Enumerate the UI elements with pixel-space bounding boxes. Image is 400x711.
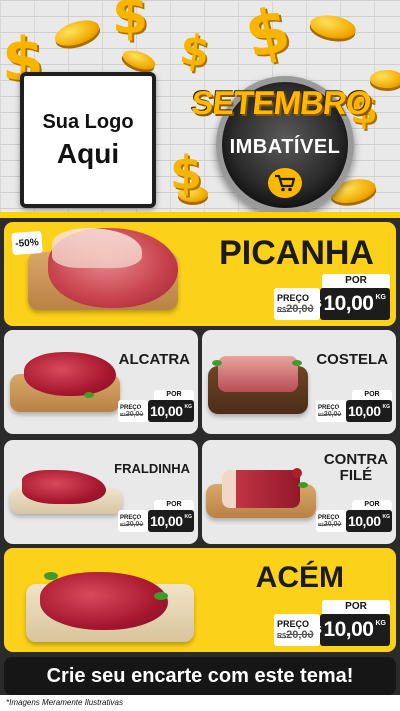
price-block: POR PREÇO R$20,00 R$ 10,00 KG	[118, 500, 194, 532]
product-name: CONTRA FILÉ	[324, 452, 388, 484]
product-name: ACÉM	[255, 561, 344, 594]
promo-title: SETEMBRO	[189, 84, 373, 121]
logo-text-line2: Aqui	[56, 137, 120, 169]
shopping-cart-icon	[268, 168, 302, 198]
price-value: 10,00	[149, 513, 183, 529]
new-price-box: R$ 10,00 KG	[337, 510, 392, 532]
new-price-box: R$ 10,00 KG	[139, 400, 194, 422]
dollar-sign-icon: $	[170, 146, 203, 200]
currency: R$	[139, 517, 148, 525]
por-label: POR	[154, 500, 194, 510]
price-value: 10,00	[347, 513, 381, 529]
product-name-line1: CONTRA	[323, 451, 388, 468]
disclaimer-text: *Imagens Meramente Ilustrativas	[6, 698, 123, 707]
dollar-sign-icon: $	[176, 24, 213, 77]
price-block: POR PREÇO R$20,00 R$ 10,00 KG	[316, 390, 392, 422]
price-block: POR PREÇO R$20,00 R$ 10,00 KG	[274, 600, 390, 646]
price-value: 10,00	[323, 618, 374, 641]
fraldinha-image	[22, 470, 106, 504]
currency: R$	[139, 407, 148, 415]
por-label: POR	[352, 500, 392, 510]
price-block: POR PREÇO R$20,00 R$ 10,00 KG	[316, 500, 392, 532]
unit-label: KG	[375, 620, 387, 627]
unit-label: KG	[375, 294, 387, 301]
currency: R$	[337, 517, 346, 525]
tomato-icon	[292, 468, 302, 478]
unit-label: KG	[184, 514, 193, 520]
contra-file-image	[222, 470, 300, 508]
costela-image	[218, 356, 298, 392]
product-card-fraldinha[interactable]: FRALDINHA POR PREÇO R$20,00 R$ 10,00 KG	[4, 440, 198, 544]
price-block: POR PREÇO R$20,00 R$ 10,00 KG	[274, 274, 390, 320]
create-flyer-button[interactable]: Crie seu encarte com este tema!	[4, 657, 396, 695]
logo-text-line1: Sua Logo	[42, 110, 134, 133]
por-label: POR	[322, 274, 390, 288]
product-card-costela[interactable]: COSTELA POR PREÇO R$20,00 R$ 10,00 KG	[202, 330, 396, 434]
new-price-box: R$ 10,00 KG	[139, 510, 194, 532]
herb-garnish	[212, 360, 222, 366]
new-price-box: R$ 10,00 KG	[307, 614, 390, 646]
price-value: 10,00	[323, 292, 374, 315]
product-name: PICANHA	[219, 234, 374, 272]
price-block: POR PREÇO R$20,00 R$ 10,00 KG	[118, 390, 194, 422]
por-label: POR	[322, 600, 390, 614]
herb-garnish	[154, 592, 168, 600]
dollar-sign-icon: $	[238, 0, 297, 73]
product-name: FRALDINHA	[114, 461, 190, 476]
unit-label: KG	[382, 514, 391, 520]
unit-label: KG	[184, 404, 193, 410]
promo-subtitle: IMBATÍVEL	[229, 136, 341, 158]
price-value: 10,00	[149, 403, 183, 419]
price-value: 10,00	[347, 403, 381, 419]
product-name: COSTELA	[316, 351, 388, 368]
herb-garnish	[44, 572, 58, 580]
alcatra-image	[24, 352, 116, 396]
por-label: POR	[352, 390, 392, 400]
product-card-contra-file[interactable]: CONTRA FILÉ POR PREÇO R$20,00 R$ 10,00 K…	[202, 440, 396, 544]
coin-icon	[51, 15, 103, 51]
coin-icon	[120, 46, 158, 74]
herb-garnish	[292, 360, 302, 366]
currency: R$	[337, 407, 346, 415]
dollar-sign-icon: $	[112, 0, 149, 46]
unit-label: KG	[382, 404, 391, 410]
acem-image	[40, 572, 168, 630]
logo-placeholder: Sua Logo Aqui	[20, 72, 156, 208]
product-card-picanha[interactable]: -50% PICANHA POR PREÇO R$20,00 R$ 10,00 …	[4, 222, 396, 326]
currency: R$	[307, 298, 322, 310]
discount-badge: -50%	[11, 230, 43, 256]
product-card-acem[interactable]: ACÉM POR PREÇO R$20,00 R$ 10,00 KG	[4, 548, 396, 652]
por-label: POR	[154, 390, 194, 400]
new-price-box: R$ 10,00 KG	[307, 288, 390, 320]
herb-garnish	[298, 482, 308, 488]
product-card-alcatra[interactable]: ALCATRA POR PREÇO R$20,00 R$ 10,00 KG	[4, 330, 198, 434]
herb-garnish	[84, 392, 94, 398]
header-banner: $ $ $ $ $ $ Sua Logo Aqui SETEMBRO IMBAT…	[0, 0, 400, 218]
product-name-line2: FILÉ	[339, 466, 373, 484]
new-price-box: R$ 10,00 KG	[337, 400, 392, 422]
currency: R$	[307, 624, 322, 636]
product-name: ALCATRA	[118, 351, 190, 368]
coin-icon	[308, 12, 358, 42]
